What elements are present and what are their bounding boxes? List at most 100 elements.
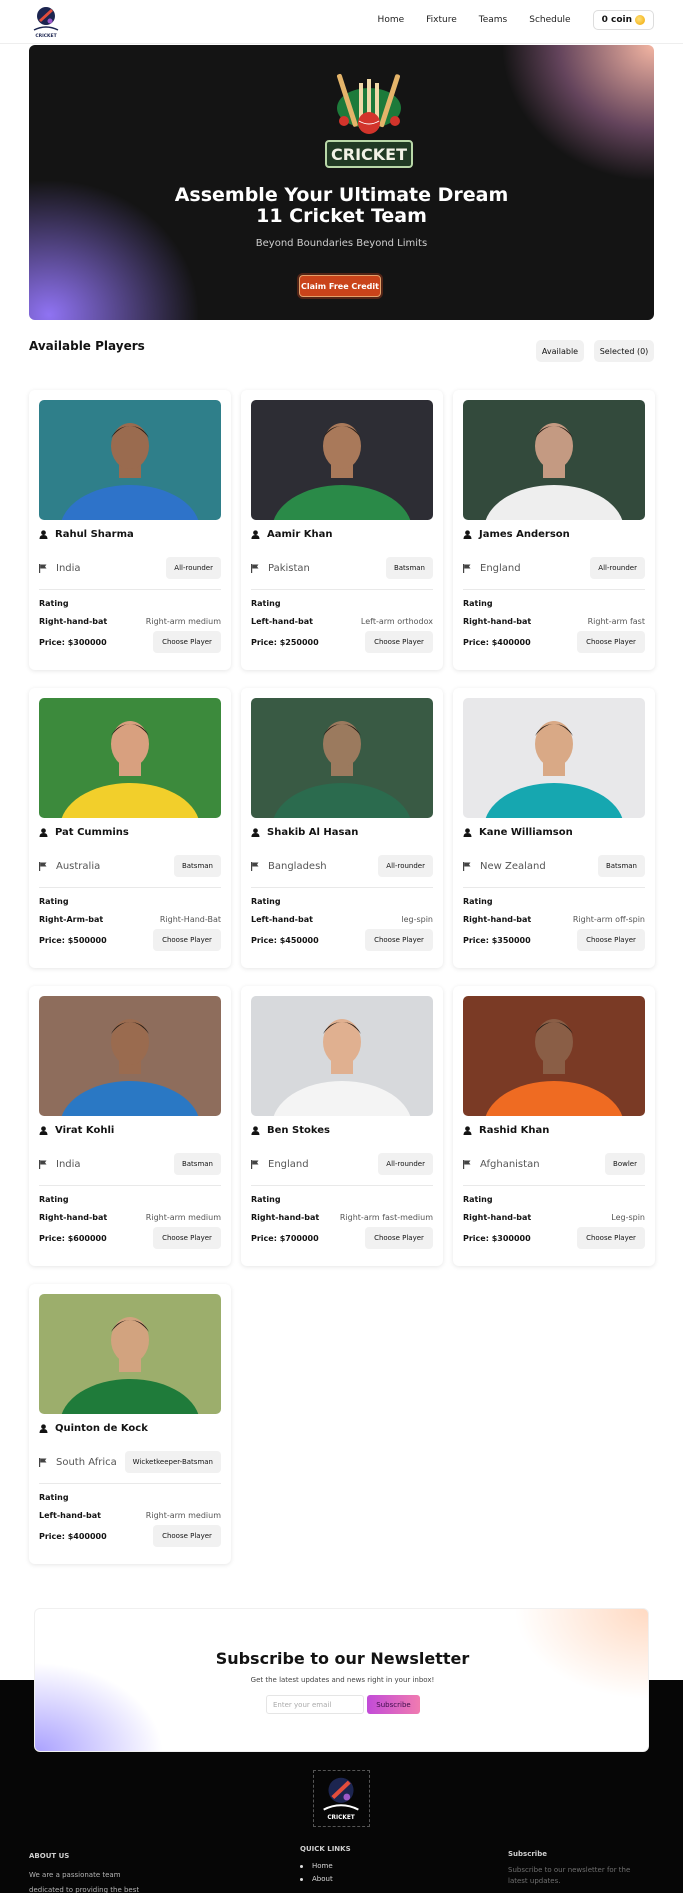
player-style-row: Right-hand-bat Right-arm medium	[39, 1213, 221, 1222]
player-name: Ben Stokes	[267, 1125, 330, 1136]
batting-style: Left-hand-bat	[251, 617, 313, 626]
rating-label: Rating	[463, 897, 493, 906]
selected-toggle-button[interactable]: Selected (0)	[594, 340, 654, 362]
footer-about-heading: ABOUT US	[29, 1852, 70, 1860]
player-card: Aamir Khan Pakistan Batsman Rating Left-…	[241, 390, 443, 670]
player-name-row: Rashid Khan	[463, 1125, 549, 1136]
player-price-row: Price: $400000 Choose Player	[463, 631, 645, 653]
player-country-name: South Africa	[56, 1456, 117, 1468]
cricket-logo[interactable]: CRICKET	[29, 3, 63, 40]
player-card: Pat Cummins Australia Batsman Rating Rig…	[29, 688, 231, 968]
choose-player-button[interactable]: Choose Player	[577, 929, 645, 951]
flag-icon	[39, 861, 47, 871]
newsletter-box: Subscribe to our Newsletter Get the late…	[34, 1608, 649, 1752]
choose-player-button[interactable]: Choose Player	[365, 929, 433, 951]
available-toggle-button[interactable]: Available	[536, 340, 584, 362]
cricket-banner-image: CRICKET	[325, 73, 413, 168]
player-name: Shakib Al Hasan	[267, 827, 359, 838]
player-name-row: Pat Cummins	[39, 827, 129, 838]
player-price-row: Price: $500000 Choose Player	[39, 929, 221, 951]
player-name: Rahul Sharma	[55, 529, 134, 540]
choose-player-button[interactable]: Choose Player	[153, 1525, 221, 1547]
footer-about-text-2: dedicated to providing the best	[29, 1886, 140, 1893]
player-name-row: Shakib Al Hasan	[251, 827, 358, 838]
choose-player-button[interactable]: Choose Player	[153, 1227, 221, 1249]
player-price: Price: $400000	[463, 637, 531, 647]
choose-player-button[interactable]: Choose Player	[365, 631, 433, 653]
player-photo	[251, 400, 433, 520]
footer-subscribe-heading: Subscribe	[508, 1850, 547, 1858]
player-photo	[463, 400, 645, 520]
choose-player-button[interactable]: Choose Player	[577, 1227, 645, 1249]
card-divider	[39, 1185, 221, 1186]
bowling-style: Right-arm fast-medium	[339, 1213, 433, 1222]
choose-player-button[interactable]: Choose Player	[153, 631, 221, 653]
player-card: Rashid Khan Afghanistan Bowler Rating Ri…	[453, 986, 655, 1266]
player-name-row: James Anderson	[463, 529, 570, 540]
svg-text:CRICKET: CRICKET	[327, 1815, 354, 1821]
footer-quick-links-heading: QUICK LINKS	[300, 1845, 351, 1853]
player-country-name: Bangladesh	[268, 860, 327, 872]
choose-player-button[interactable]: Choose Player	[577, 631, 645, 653]
nav-fixture[interactable]: Fixture	[426, 15, 457, 25]
bowling-style: leg-spin	[401, 915, 433, 924]
card-divider	[251, 589, 433, 590]
flag-icon	[39, 1159, 47, 1169]
player-card: James Anderson England All-rounder Ratin…	[453, 390, 655, 670]
player-name: Quinton de Kock	[55, 1423, 148, 1434]
footer-logo[interactable]: CRICKET	[313, 1770, 370, 1827]
player-style-row: Right-hand-bat Right-arm medium	[39, 617, 221, 626]
player-name: Aamir Khan	[267, 529, 333, 540]
nav-schedule[interactable]: Schedule	[529, 15, 570, 25]
player-country: Pakistan	[251, 563, 310, 574]
rating-label: Rating	[463, 1195, 493, 1204]
player-card: Shakib Al Hasan Bangladesh All-rounder R…	[241, 688, 443, 968]
subscribe-button[interactable]: Subscribe	[367, 1695, 420, 1714]
nav-teams[interactable]: Teams	[479, 15, 507, 25]
user-icon	[463, 828, 472, 837]
rating-label: Rating	[251, 599, 281, 608]
hero-title-line2: 11 Cricket Team	[256, 205, 427, 227]
nav-home[interactable]: Home	[378, 15, 405, 25]
player-country: India	[39, 1159, 81, 1170]
player-country: India	[39, 563, 81, 574]
hero-subtitle: Beyond Boundaries Beyond Limits	[255, 238, 428, 249]
coin-balance-button[interactable]: 0 coin	[592, 10, 654, 30]
player-style-row: Right-hand-bat Right-arm fast-medium	[251, 1213, 433, 1222]
player-role-badge: All-rounder	[378, 1153, 433, 1175]
player-card: Ben Stokes England All-rounder Rating Ri…	[241, 986, 443, 1266]
player-style-row: Right-Arm-bat Right-Hand-Bat	[39, 915, 221, 924]
player-country-row: Pakistan Batsman	[251, 557, 433, 579]
batting-style: Right-hand-bat	[251, 1213, 320, 1222]
player-country-row: England All-rounder	[251, 1153, 433, 1175]
player-name: Kane Williamson	[479, 827, 573, 838]
player-role-badge: Batsman	[173, 855, 221, 877]
player-role-badge: Wicketkeeper-Batsman	[124, 1451, 221, 1473]
player-country-name: India	[56, 1158, 81, 1170]
player-photo	[39, 400, 221, 520]
player-photo	[39, 996, 221, 1116]
flag-icon	[251, 861, 259, 871]
footer-link-home[interactable]: Home	[300, 1862, 333, 1870]
player-price: Price: $700000	[251, 1233, 319, 1243]
choose-player-button[interactable]: Choose Player	[153, 929, 221, 951]
batting-style: Right-hand-bat	[39, 617, 108, 626]
newsletter-email-input[interactable]	[266, 1695, 364, 1714]
card-divider	[39, 887, 221, 888]
bowling-style: Right-Hand-Bat	[159, 915, 221, 924]
player-name: Rashid Khan	[479, 1125, 550, 1136]
choose-player-button[interactable]: Choose Player	[365, 1227, 433, 1249]
footer-about-text-1: We are a passionate team	[29, 1871, 121, 1879]
user-icon	[463, 530, 472, 539]
card-divider	[39, 589, 221, 590]
player-name-row: Rahul Sharma	[39, 529, 134, 540]
flag-icon	[39, 1457, 47, 1467]
footer-link-about[interactable]: About	[300, 1875, 333, 1883]
player-country: Australia	[39, 861, 100, 872]
player-price-row: Price: $700000 Choose Player	[251, 1227, 433, 1249]
flag-icon	[463, 1159, 471, 1169]
claim-free-credit-button[interactable]: Claim Free Credit	[299, 275, 381, 297]
player-country-row: New Zealand Batsman	[463, 855, 645, 877]
player-country-name: New Zealand	[480, 860, 546, 872]
available-players-heading: Available Players	[29, 339, 145, 353]
